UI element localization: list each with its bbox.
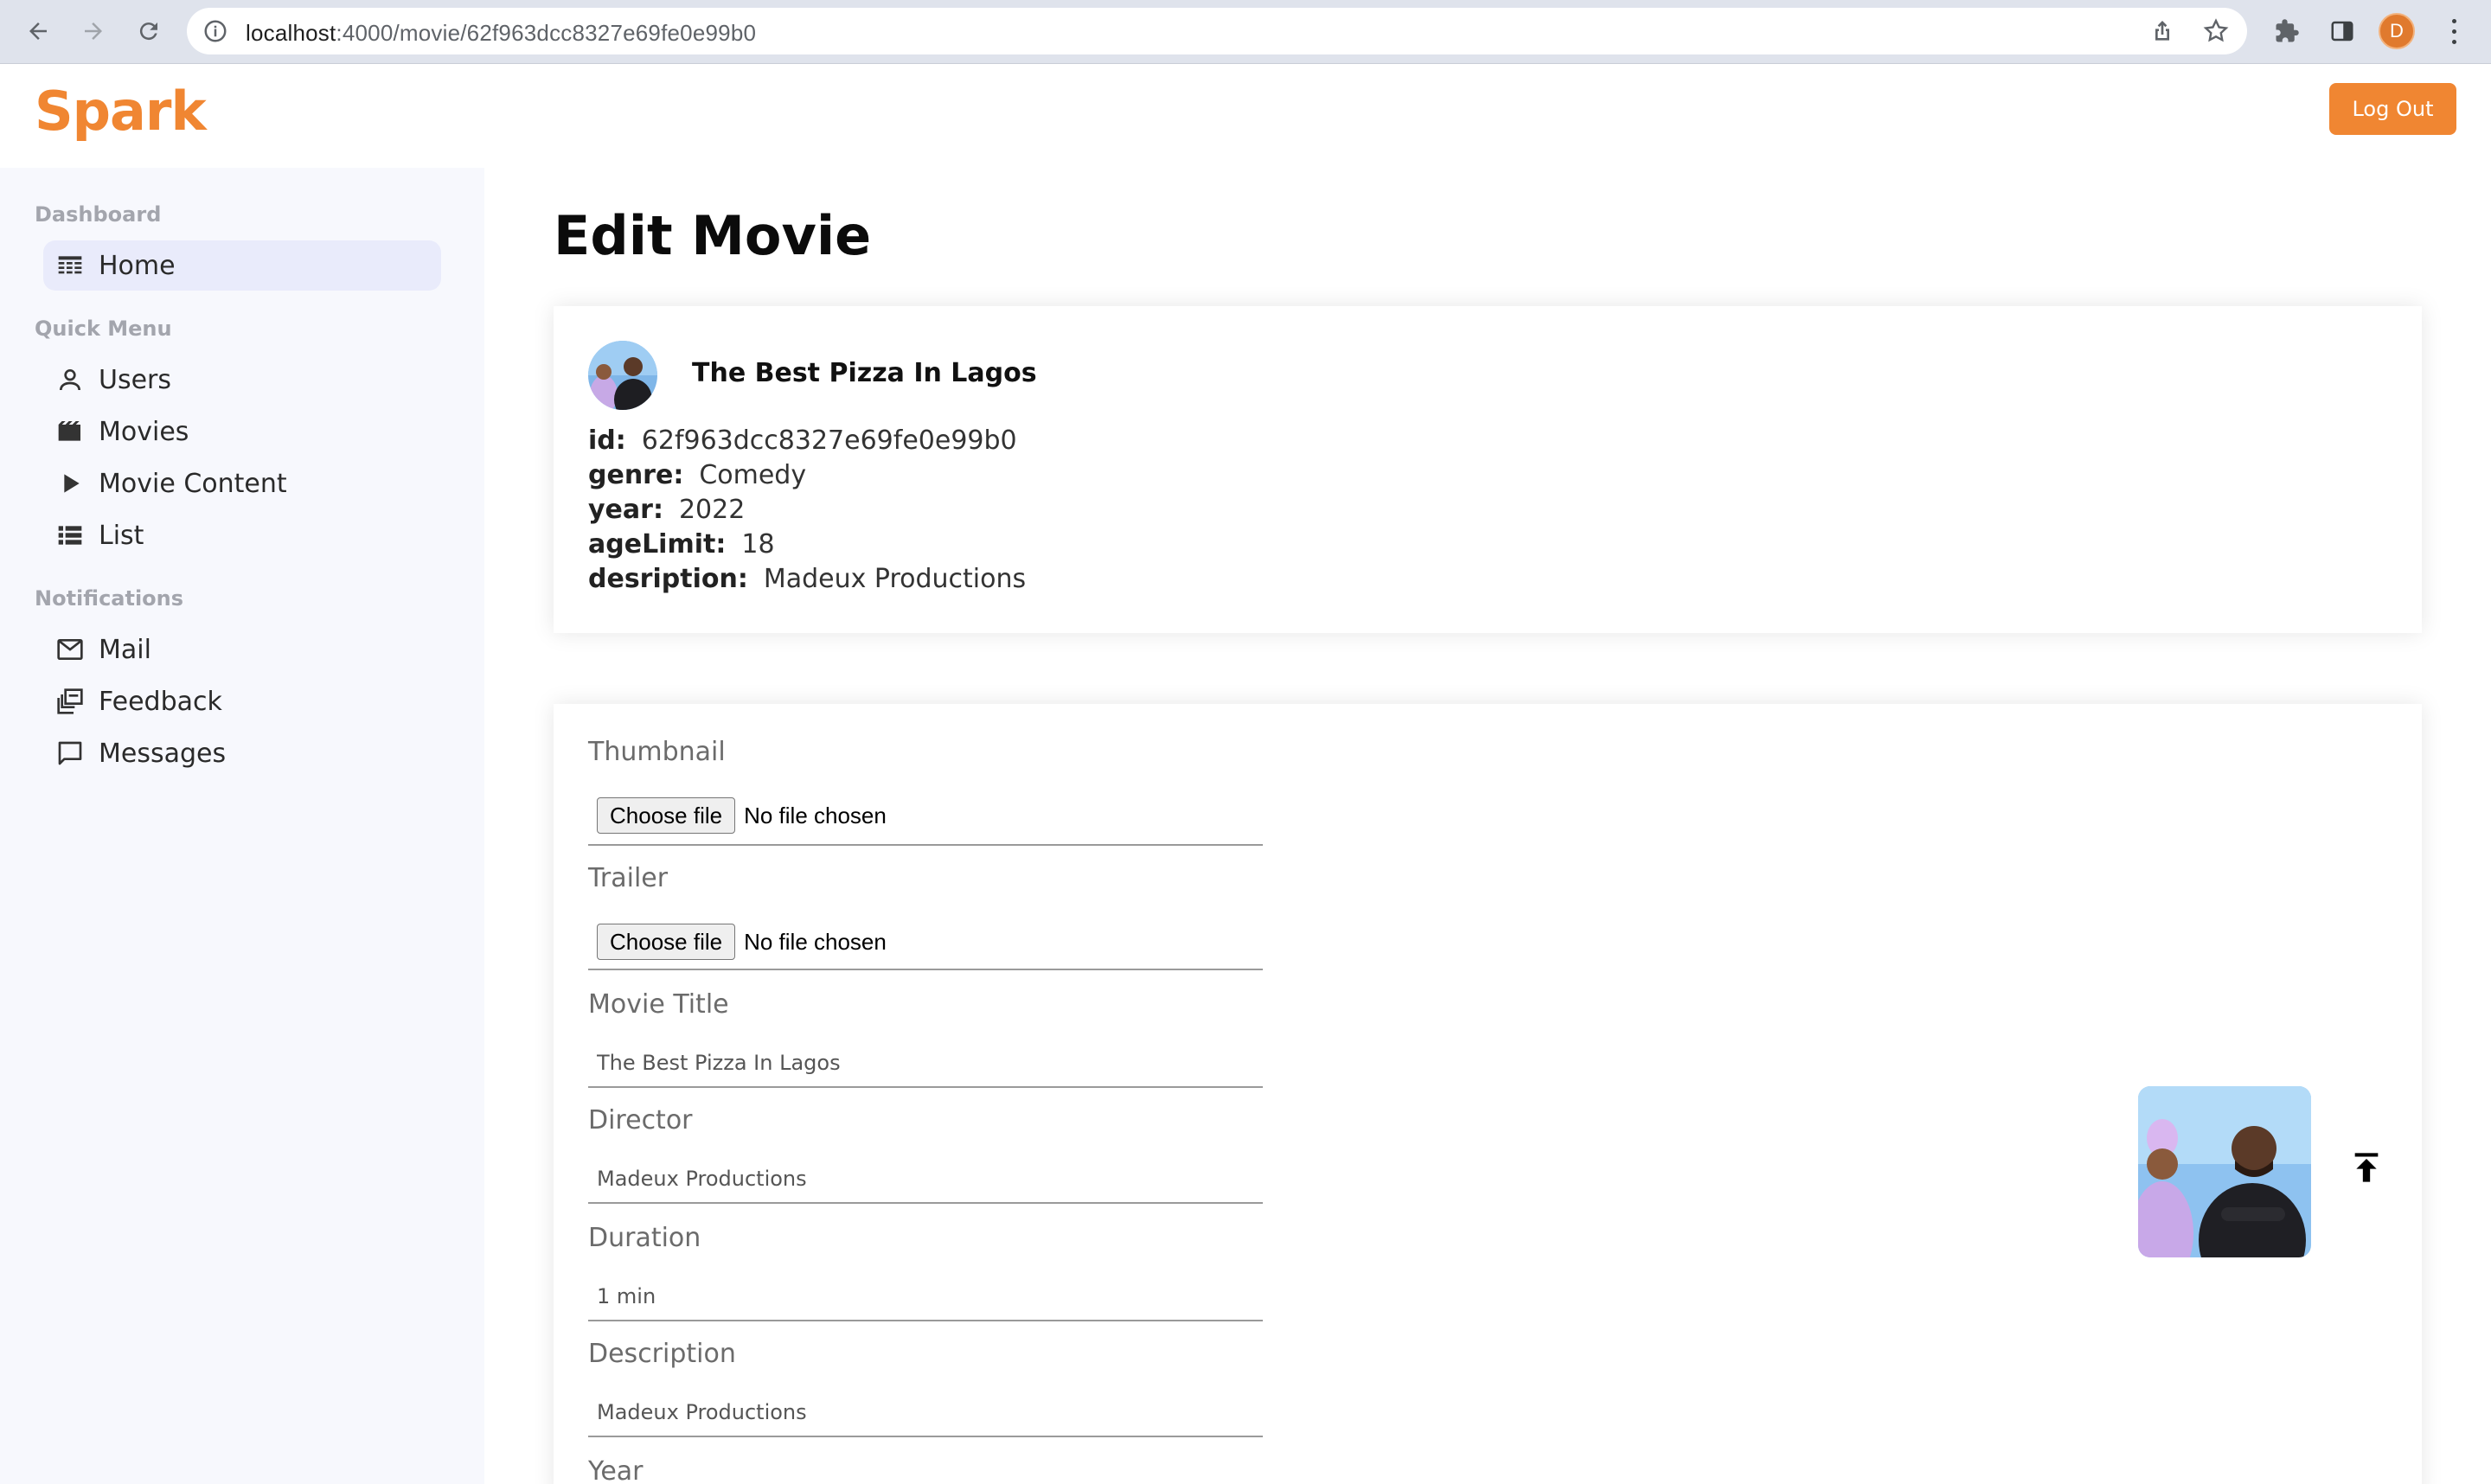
address-bar[interactable]: localhost:4000/movie/62f963dcc8327e69fe0…: [187, 8, 2247, 54]
sidebar-item-label: Home: [99, 250, 176, 281]
movie-field-description: desription: Madeux Productions: [588, 564, 1027, 594]
sidebar-item-list[interactable]: List: [43, 510, 441, 560]
movie-field-id: id: 62f963dcc8327e69fe0e99b0: [588, 425, 1017, 456]
browser-toolbar: localhost:4000/movie/62f963dcc8327e69fe0…: [0, 0, 2491, 64]
share-icon[interactable]: [2148, 17, 2176, 45]
sidebar-item-movie-content[interactable]: Movie Content: [43, 458, 441, 509]
trailer-file-input[interactable]: Choose file No file chosen: [597, 924, 887, 960]
description-input[interactable]: [588, 1392, 1263, 1432]
movie-field-age-limit: ageLimit: 18: [588, 529, 775, 560]
thumbnail-choose-file-button[interactable]: Choose file: [597, 797, 736, 834]
sidebar-item-label: List: [99, 520, 144, 551]
sidebar-item-label: Users: [99, 364, 172, 395]
movie-field-year: year: 2022: [588, 495, 746, 525]
trailer-file-status: No file chosen: [744, 928, 887, 955]
sidebar-item-movies[interactable]: Movies: [43, 406, 441, 457]
movie-title-underline: [588, 1086, 1263, 1088]
profile-avatar[interactable]: D: [2379, 13, 2415, 49]
bookmark-star-icon[interactable]: [2202, 17, 2230, 45]
duration-underline: [588, 1320, 1263, 1321]
movie-info-card: The Best Pizza In Lagos id: 62f963dcc8327…: [554, 306, 2422, 633]
sidebar-section-dashboard: Dashboard: [35, 202, 162, 227]
trailer-underline: [588, 969, 1263, 970]
sidebar-item-users[interactable]: Users: [43, 355, 441, 405]
app-logo[interactable]: Spark: [35, 80, 207, 143]
movie-title-label: Movie Title: [588, 989, 729, 1020]
feedback-icon: [55, 687, 85, 716]
sidebar-item-label: Messages: [99, 738, 227, 769]
thumbnail-label: Thumbnail: [588, 737, 726, 767]
mail-icon: [55, 635, 85, 664]
sidebar-item-label: Movie Content: [99, 468, 287, 499]
sidebar-item-label: Movies: [99, 416, 189, 447]
user-icon: [55, 365, 85, 394]
app-header: Spark Log Out: [0, 64, 2491, 168]
forward-icon[interactable]: [76, 14, 111, 48]
duration-input[interactable]: [588, 1276, 1263, 1316]
back-icon[interactable]: [21, 14, 55, 48]
movie-title: The Best Pizza In Lagos: [692, 358, 1037, 388]
dashboard-icon: [55, 251, 85, 280]
sidebar-item-label: Feedback: [99, 686, 222, 717]
side-panel-icon[interactable]: [2325, 14, 2360, 48]
trailer-choose-file-button[interactable]: Choose file: [597, 924, 736, 960]
director-underline: [588, 1202, 1263, 1204]
sidebar-section-quick-menu: Quick Menu: [35, 317, 172, 341]
list-icon: [55, 521, 85, 550]
description-underline: [588, 1436, 1263, 1437]
sidebar-item-feedback[interactable]: Feedback: [43, 676, 441, 726]
movie-title-input[interactable]: [588, 1043, 1263, 1083]
thumbnail-preview-image: [2138, 1086, 2311, 1257]
play-icon: [55, 469, 85, 498]
browser-menu-icon[interactable]: [2441, 16, 2467, 47]
extensions-icon[interactable]: [2270, 14, 2304, 48]
movie-avatar: [588, 341, 657, 410]
page-title: Edit Movie: [554, 204, 872, 267]
upload-icon[interactable]: [2349, 1150, 2384, 1185]
site-info-icon[interactable]: [202, 18, 228, 44]
thumbnail-file-status: No file chosen: [744, 802, 887, 828]
director-input[interactable]: [588, 1159, 1263, 1199]
chat-icon: [55, 739, 85, 768]
sidebar-item-mail[interactable]: Mail: [43, 624, 441, 675]
sidebar: Dashboard Home Quick Menu Users Movies M…: [0, 168, 484, 1484]
movie-clapper-icon: [55, 417, 85, 446]
sidebar-section-notifications: Notifications: [35, 586, 184, 611]
sidebar-item-messages[interactable]: Messages: [43, 728, 441, 778]
sidebar-item-label: Mail: [99, 634, 151, 665]
url-text[interactable]: localhost:4000/movie/62f963dcc8327e69fe0…: [246, 20, 756, 47]
thumbnail-file-input[interactable]: Choose file No file chosen: [597, 797, 887, 834]
sidebar-item-home[interactable]: Home: [43, 240, 441, 291]
duration-label: Duration: [588, 1223, 701, 1253]
year-label: Year: [588, 1456, 644, 1484]
thumbnail-underline: [588, 844, 1263, 846]
logout-button[interactable]: Log Out: [2329, 83, 2456, 135]
movie-field-genre: genre: Comedy: [588, 460, 807, 490]
trailer-label: Trailer: [588, 863, 669, 893]
description-label: Description: [588, 1339, 736, 1369]
director-label: Director: [588, 1105, 693, 1135]
reload-icon[interactable]: [131, 14, 166, 48]
